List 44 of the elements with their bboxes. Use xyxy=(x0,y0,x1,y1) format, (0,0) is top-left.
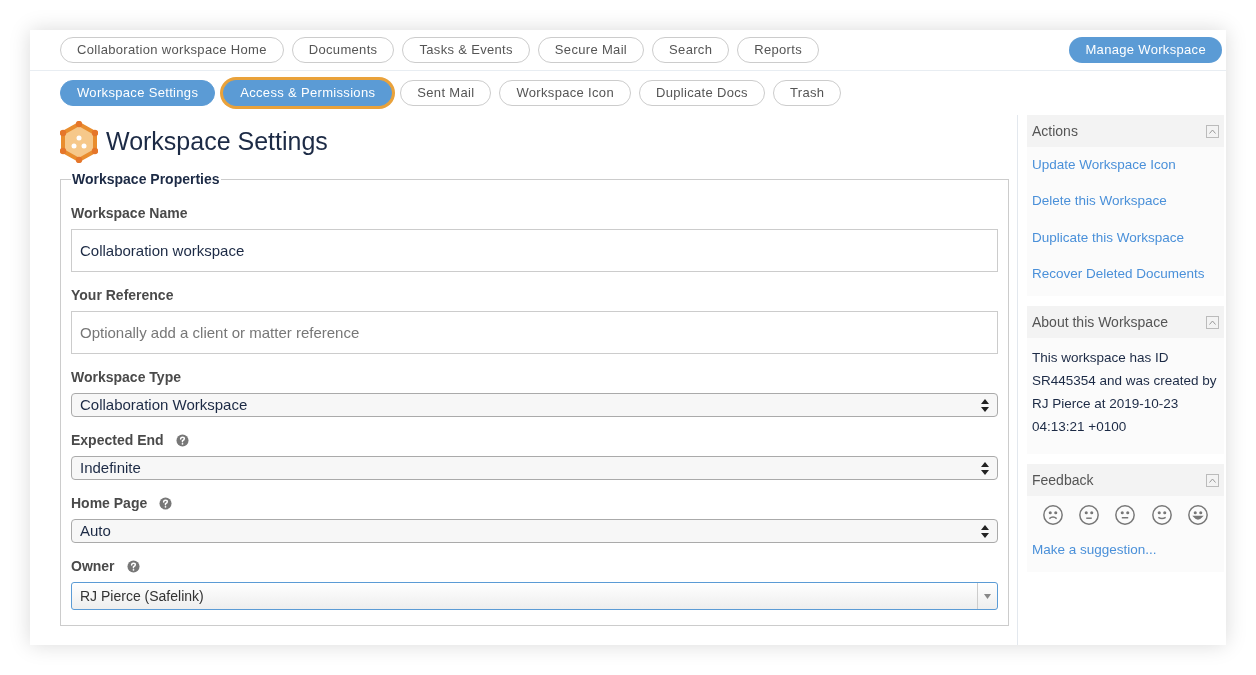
help-icon[interactable] xyxy=(159,497,173,510)
text-field[interactable]: Optionally add a client or matter reference xyxy=(71,311,998,354)
help-icon[interactable] xyxy=(175,434,189,447)
nav-tab[interactable]: Trash xyxy=(772,80,842,106)
nav-tab[interactable]: Documents xyxy=(291,37,395,63)
chevron-up-icon xyxy=(1209,319,1216,325)
workspace-hexagon-icon xyxy=(60,121,98,163)
smiley-face-icon[interactable] xyxy=(1150,504,1173,526)
smiley-face-icon[interactable] xyxy=(1186,504,1209,526)
smiley-face-icon[interactable] xyxy=(1078,504,1101,526)
select-dropdown[interactable]: Indefinite xyxy=(71,456,998,480)
chevron-up-icon xyxy=(1209,477,1216,483)
smiley-face-icon[interactable] xyxy=(1042,504,1065,526)
field-label: Workspace Name xyxy=(71,204,188,223)
select-dropdown[interactable]: Collaboration Workspace xyxy=(71,393,998,417)
up-down-arrows-icon xyxy=(981,461,989,475)
caret-icon xyxy=(984,593,991,599)
field-label: Owner xyxy=(71,557,115,576)
combo-box[interactable]: RJ Pierce (Safelink) xyxy=(71,582,998,610)
panel-legend: Workspace Properties xyxy=(71,169,221,190)
panel-title: Actions xyxy=(1032,121,1078,141)
panel-title: About this Workspace xyxy=(1032,312,1168,332)
field-label: Expected End xyxy=(71,431,164,450)
page-title: Workspace Settings xyxy=(106,126,328,158)
nav-tab[interactable]: Workspace Icon xyxy=(499,80,631,106)
field-label: Home Page xyxy=(71,494,148,513)
workspace-info-text: This workspace has ID SR445354 and was created by RJ Pierce at 2019-10-23 04:13:21 +0100 xyxy=(1031,349,1218,436)
nav-tab[interactable]: Collaboration workspace Home xyxy=(60,37,284,63)
text-field[interactable]: Collaboration workspace xyxy=(71,229,998,272)
panel-title: Feedback xyxy=(1032,470,1094,490)
nav-tab[interactable]: Reports xyxy=(737,37,819,63)
up-down-arrows-icon xyxy=(981,398,989,412)
select-dropdown[interactable]: Auto xyxy=(71,519,998,543)
nav-tab[interactable]: Duplicate Docs xyxy=(638,80,765,106)
field-label: Your Reference xyxy=(71,286,174,305)
chevron-up-icon xyxy=(1209,128,1216,134)
nav-tab[interactable]: Secure Mail xyxy=(537,37,645,63)
nav-tab[interactable]: Tasks & Events xyxy=(402,37,530,63)
nav-tab[interactable]: Search xyxy=(652,37,730,63)
field-label: Workspace Type xyxy=(71,368,181,387)
help-icon[interactable] xyxy=(126,560,140,573)
nav-tab[interactable]: Sent Mail xyxy=(400,80,492,106)
up-down-arrows-icon xyxy=(981,524,989,538)
smiley-face-icon[interactable] xyxy=(1114,504,1137,526)
